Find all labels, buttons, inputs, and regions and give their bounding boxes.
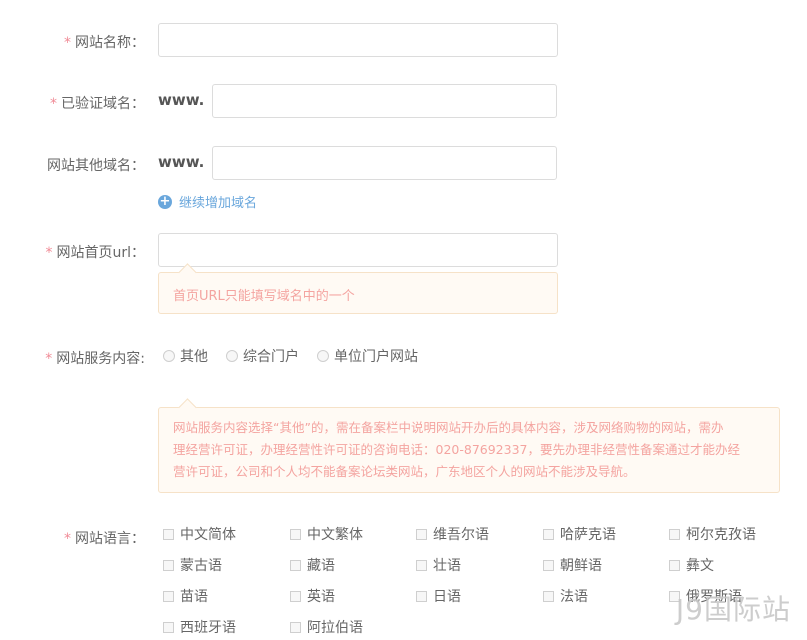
required-star: * bbox=[45, 351, 53, 367]
verified-domain-label: * 已验证域名： bbox=[50, 96, 145, 112]
lang-checkbox[interactable]: 彝文 bbox=[669, 555, 714, 575]
service-content-label: * 网站服务内容: bbox=[45, 351, 145, 367]
radio-general-portal[interactable]: 综合门户 bbox=[226, 346, 299, 366]
language-label: * 网站语言： bbox=[64, 531, 145, 547]
checkbox[interactable] bbox=[290, 528, 301, 540]
lang-checkbox[interactable]: 蒙古语 bbox=[163, 555, 222, 575]
checkbox[interactable] bbox=[416, 528, 427, 540]
required-star: * bbox=[64, 531, 71, 547]
checkbox[interactable] bbox=[543, 528, 554, 540]
required-star: * bbox=[45, 245, 53, 261]
lang-checkbox[interactable]: 中文繁体 bbox=[290, 524, 363, 544]
checkbox[interactable] bbox=[290, 590, 301, 602]
lang-checkbox[interactable]: 苗语 bbox=[163, 586, 208, 606]
site-name-input[interactable] bbox=[158, 23, 558, 57]
checkbox[interactable] bbox=[290, 621, 301, 633]
checkbox[interactable] bbox=[669, 528, 680, 540]
radio-circle[interactable] bbox=[317, 350, 329, 362]
lang-checkbox[interactable]: 法语 bbox=[543, 586, 588, 606]
homepage-url-label: * 网站首页url： bbox=[45, 245, 145, 261]
lang-checkbox[interactable]: 日语 bbox=[416, 586, 461, 606]
checkbox[interactable] bbox=[543, 590, 554, 602]
other-domains-label: 网站其他域名： bbox=[47, 158, 145, 174]
checkbox[interactable] bbox=[163, 528, 174, 540]
site-name-label: * 网站名称： bbox=[64, 35, 145, 51]
checkbox[interactable] bbox=[416, 590, 427, 602]
plus-circle-icon: + bbox=[158, 193, 172, 209]
lang-checkbox[interactable]: 哈萨克语 bbox=[543, 524, 616, 544]
lang-checkbox[interactable]: 英语 bbox=[290, 586, 335, 606]
checkbox[interactable] bbox=[290, 559, 301, 571]
lang-checkbox[interactable]: 中文简体 bbox=[163, 524, 236, 544]
required-star: * bbox=[50, 96, 57, 112]
www-prefix: www. bbox=[158, 153, 205, 171]
lang-checkbox[interactable]: 朝鲜语 bbox=[543, 555, 602, 575]
checkbox[interactable] bbox=[543, 559, 554, 571]
checkbox[interactable] bbox=[163, 590, 174, 602]
lang-checkbox[interactable]: 维吾尔语 bbox=[416, 524, 489, 544]
radio-circle[interactable] bbox=[226, 350, 238, 362]
lang-checkbox[interactable]: 壮语 bbox=[416, 555, 461, 575]
lang-checkbox[interactable]: 藏语 bbox=[290, 555, 335, 575]
checkbox[interactable] bbox=[163, 621, 174, 633]
checkbox[interactable] bbox=[416, 559, 427, 571]
service-content-radio-group: 其他 综合门户 单位门户网站 bbox=[163, 346, 436, 366]
homepage-url-input[interactable] bbox=[158, 233, 558, 267]
lang-checkbox[interactable]: 西班牙语 bbox=[163, 617, 236, 637]
homepage-url-tip: 首页URL只能填写域名中的一个 bbox=[158, 272, 558, 314]
checkbox[interactable] bbox=[669, 559, 680, 571]
lang-checkbox[interactable]: 柯尔克孜语 bbox=[669, 524, 756, 544]
add-domain-link[interactable]: + 继续增加域名 bbox=[158, 192, 257, 211]
radio-circle[interactable] bbox=[163, 350, 175, 362]
radio-org-portal[interactable]: 单位门户网站 bbox=[317, 346, 418, 366]
www-prefix: www. bbox=[158, 91, 205, 109]
checkbox[interactable] bbox=[163, 559, 174, 571]
service-content-tip: 网站服务内容选择“其他”的，需在备案栏中说明网站开办后的具体内容，涉及网络购物的… bbox=[158, 407, 780, 493]
verified-domain-input[interactable] bbox=[212, 84, 557, 118]
watermark-logo: J9国际站 bbox=[675, 593, 791, 626]
lang-checkbox[interactable]: 阿拉伯语 bbox=[290, 617, 363, 637]
radio-other[interactable]: 其他 bbox=[163, 346, 208, 366]
required-star: * bbox=[64, 35, 71, 51]
other-domain-input[interactable] bbox=[212, 146, 557, 180]
